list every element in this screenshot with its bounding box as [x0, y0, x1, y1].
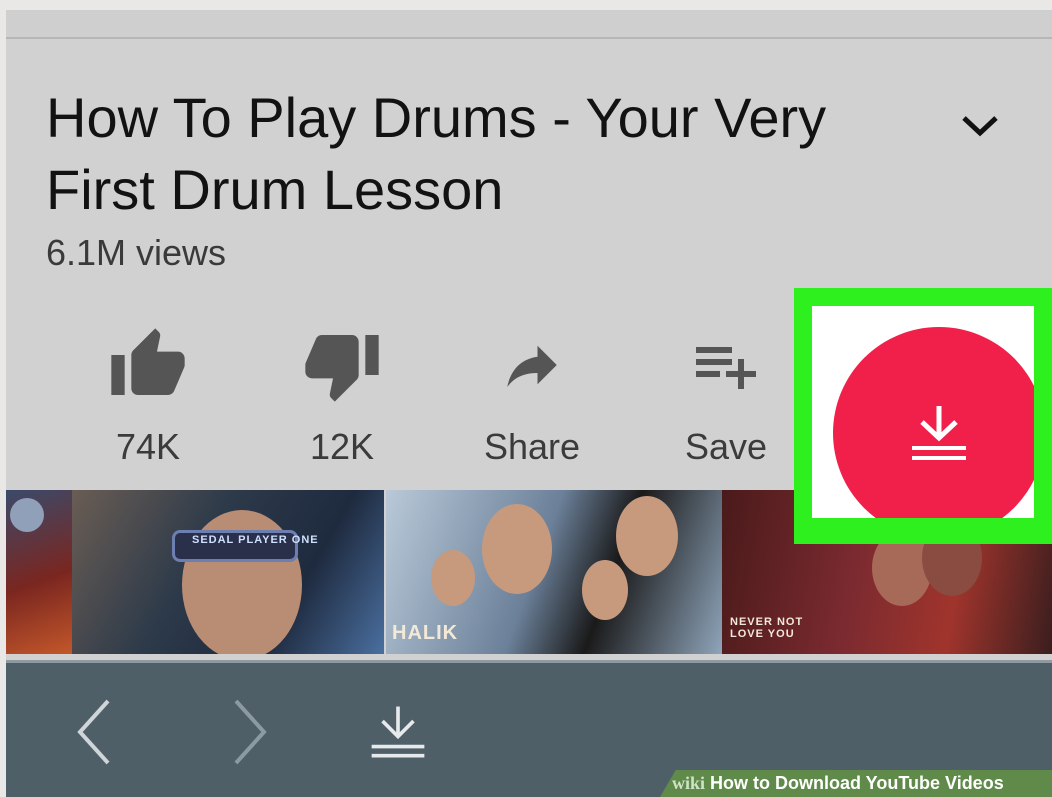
- dislike-count: 12K: [309, 426, 375, 467]
- thumbnail-caption: SEDAL PLAYER ONE: [192, 534, 319, 546]
- save-label: Save: [684, 426, 768, 467]
- download-toolbar-button[interactable]: [368, 697, 428, 767]
- dislike-button[interactable]: 12K: [272, 320, 412, 480]
- like-count: 74K: [115, 426, 181, 467]
- save-button[interactable]: Save: [656, 320, 796, 480]
- download-icon: [912, 406, 966, 460]
- video-thumbnail[interactable]: [6, 490, 72, 654]
- chevron-down-icon: [962, 116, 998, 137]
- wikihow-watermark: wiki How to Download YouTube Videos: [660, 770, 1052, 797]
- video-title: How To Play Drums - Your Very First Drum…: [46, 86, 827, 221]
- thumbnail-caption: HALIK: [392, 622, 459, 644]
- thumbs-up-icon: [103, 320, 193, 410]
- share-label: Share: [483, 426, 581, 467]
- video-thumbnail[interactable]: HALIK: [386, 490, 722, 654]
- share-icon: [487, 320, 577, 410]
- app-screen: How To Play Drums - Your Very First Drum…: [6, 10, 1052, 797]
- playlist-add-icon: [681, 320, 771, 410]
- top-strip: [6, 10, 1052, 39]
- share-button[interactable]: Share: [462, 320, 602, 480]
- thumbnail-caption: NEVER NOT LOVE YOU: [730, 616, 804, 640]
- view-count: 6.1M views: [46, 232, 227, 273]
- watermark-text: How to Download YouTube Videos: [710, 773, 1004, 793]
- download-fab-button[interactable]: [833, 327, 1034, 518]
- download-highlight-box: [794, 288, 1052, 544]
- download-icon: [371, 706, 425, 758]
- watermark-brand: wiki: [672, 773, 706, 793]
- download-fab-backdrop: [812, 306, 1034, 518]
- like-button[interactable]: 74K: [78, 320, 218, 480]
- thumbs-down-icon: [297, 320, 387, 410]
- video-thumbnail[interactable]: SEDAL PLAYER ONE: [72, 490, 384, 654]
- back-button[interactable]: [64, 697, 124, 767]
- expand-description-button[interactable]: [956, 102, 1004, 150]
- chevron-right-icon: [234, 699, 267, 765]
- chevron-left-icon: [77, 699, 110, 765]
- forward-button[interactable]: [220, 697, 280, 767]
